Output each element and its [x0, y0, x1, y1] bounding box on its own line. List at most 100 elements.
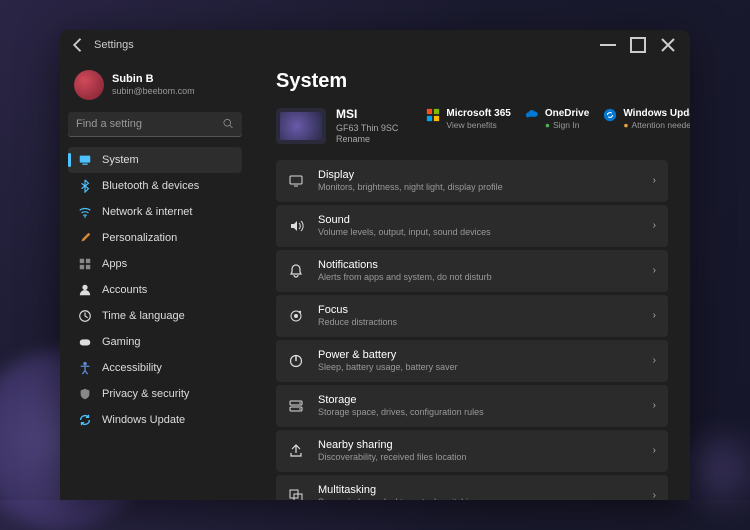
search-input[interactable] [68, 112, 242, 137]
setting-notifications[interactable]: NotificationsAlerts from apps and system… [276, 250, 668, 292]
status-sub: View benefits [446, 120, 510, 131]
maximize-icon [624, 35, 652, 55]
setting-sub: Discoverability, received files location [318, 452, 639, 464]
status-title: OneDrive [545, 107, 589, 120]
chevron-right-icon: › [653, 220, 656, 231]
setting-title: Nearby sharing [318, 438, 639, 452]
chevron-right-icon: › [653, 400, 656, 411]
maximize-button[interactable] [624, 35, 652, 55]
status-sub: ●Sign In [545, 120, 589, 131]
chevron-right-icon: › [653, 175, 656, 186]
setting-display[interactable]: DisplayMonitors, brightness, night light… [276, 160, 668, 202]
setting-sub: Alerts from apps and system, do not dist… [318, 272, 639, 284]
setting-sub: Reduce distractions [318, 317, 639, 329]
back-button[interactable] [68, 35, 88, 55]
device-row: MSI GF63 Thin 9SC Rename Microsoft 365Vi… [276, 107, 682, 146]
setting-focus[interactable]: FocusReduce distractions › [276, 295, 668, 337]
setting-storage[interactable]: StorageStorage space, drives, configurat… [276, 385, 668, 427]
gaming-icon [78, 335, 92, 349]
bluetooth-icon [78, 179, 92, 193]
setting-sub: Volume levels, output, input, sound devi… [318, 227, 639, 239]
page-title: System [276, 70, 682, 93]
storage-icon [288, 398, 304, 414]
sound-icon [288, 218, 304, 234]
sidebar-item-label: Network & internet [102, 206, 192, 218]
update-icon [78, 413, 92, 427]
setting-title: Focus [318, 303, 639, 317]
status-title: Windows Update [623, 107, 690, 120]
system-icon [78, 153, 92, 167]
apps-icon [78, 257, 92, 271]
window-controls [594, 35, 682, 55]
power-icon [288, 353, 304, 369]
sidebar-item-apps[interactable]: Apps [68, 251, 242, 277]
setting-title: Storage [318, 393, 639, 407]
device-model: GF63 Thin 9SC [336, 123, 398, 135]
avatar [74, 70, 104, 100]
setting-title: Display [318, 168, 639, 182]
sidebar-item-bluetooth-devices[interactable]: Bluetooth & devices [68, 173, 242, 199]
accessibility-icon [78, 361, 92, 375]
chevron-right-icon: › [653, 310, 656, 321]
sidebar-item-privacy-security[interactable]: Privacy & security [68, 381, 242, 407]
back-arrow-icon [68, 35, 88, 55]
sidebar-item-label: Accounts [102, 284, 147, 296]
wifi-icon [78, 205, 92, 219]
chevron-right-icon: › [653, 265, 656, 276]
main-content: System MSI GF63 Thin 9SC Rename Microsof… [250, 60, 690, 500]
status-microsoft-[interactable]: Microsoft 365View benefits [426, 107, 510, 131]
profile-email: subin@beebom.com [112, 86, 195, 97]
close-button[interactable] [654, 35, 682, 55]
sidebar-item-accessibility[interactable]: Accessibility [68, 355, 242, 381]
setting-nearby-sharing[interactable]: Nearby sharingDiscoverability, received … [276, 430, 668, 472]
close-icon [654, 35, 682, 55]
chevron-right-icon: › [653, 445, 656, 456]
setting-multitasking[interactable]: MultitaskingSnap windows, desktops, task… [276, 475, 668, 500]
setting-title: Notifications [318, 258, 639, 272]
settings-window: Settings Subin B subin@beebom.com System… [60, 30, 690, 500]
notifications-icon [288, 263, 304, 279]
status-title: Microsoft 365 [446, 107, 510, 120]
time-icon [78, 309, 92, 323]
update-status-icon [603, 108, 617, 122]
window-title: Settings [94, 39, 134, 51]
status-windows-update[interactable]: Windows Update●Attention needed [603, 107, 690, 131]
setting-title: Sound [318, 213, 639, 227]
setting-sound[interactable]: SoundVolume levels, output, input, sound… [276, 205, 668, 247]
sidebar-item-system[interactable]: System [68, 147, 242, 173]
sidebar: Subin B subin@beebom.com System Bluetooth… [60, 60, 250, 500]
sidebar-item-label: System [102, 154, 139, 166]
sidebar-item-label: Personalization [102, 232, 177, 244]
search-box [68, 112, 242, 137]
settings-list[interactable]: DisplayMonitors, brightness, night light… [276, 160, 682, 500]
sidebar-item-label: Windows Update [102, 414, 185, 426]
chevron-right-icon: › [653, 355, 656, 366]
chevron-right-icon: › [653, 490, 656, 500]
sidebar-item-time-language[interactable]: Time & language [68, 303, 242, 329]
profile-name: Subin B [112, 73, 195, 86]
status-onedrive[interactable]: OneDrive●Sign In [525, 107, 589, 131]
device-rename-link[interactable]: Rename [336, 134, 398, 146]
minimize-button[interactable] [594, 35, 622, 55]
onedrive-icon [525, 108, 539, 122]
setting-title: Multitasking [318, 483, 639, 497]
device-image [276, 108, 326, 144]
profile[interactable]: Subin B subin@beebom.com [68, 66, 242, 104]
share-icon [288, 443, 304, 459]
sidebar-item-accounts[interactable]: Accounts [68, 277, 242, 303]
sidebar-item-network-internet[interactable]: Network & internet [68, 199, 242, 225]
device-name: MSI [336, 107, 398, 123]
setting-power-battery[interactable]: Power & batterySleep, battery usage, bat… [276, 340, 668, 382]
sidebar-item-label: Apps [102, 258, 127, 270]
sidebar-item-label: Privacy & security [102, 388, 189, 400]
sidebar-item-gaming[interactable]: Gaming [68, 329, 242, 355]
privacy-icon [78, 387, 92, 401]
titlebar: Settings [60, 30, 690, 60]
focus-icon [288, 308, 304, 324]
sidebar-item-windows-update[interactable]: Windows Update [68, 407, 242, 433]
device-card[interactable]: MSI GF63 Thin 9SC Rename [276, 107, 398, 146]
sidebar-item-personalization[interactable]: Personalization [68, 225, 242, 251]
status-sub: ●Attention needed [623, 120, 690, 131]
display-icon [288, 173, 304, 189]
setting-sub: Sleep, battery usage, battery saver [318, 362, 639, 374]
